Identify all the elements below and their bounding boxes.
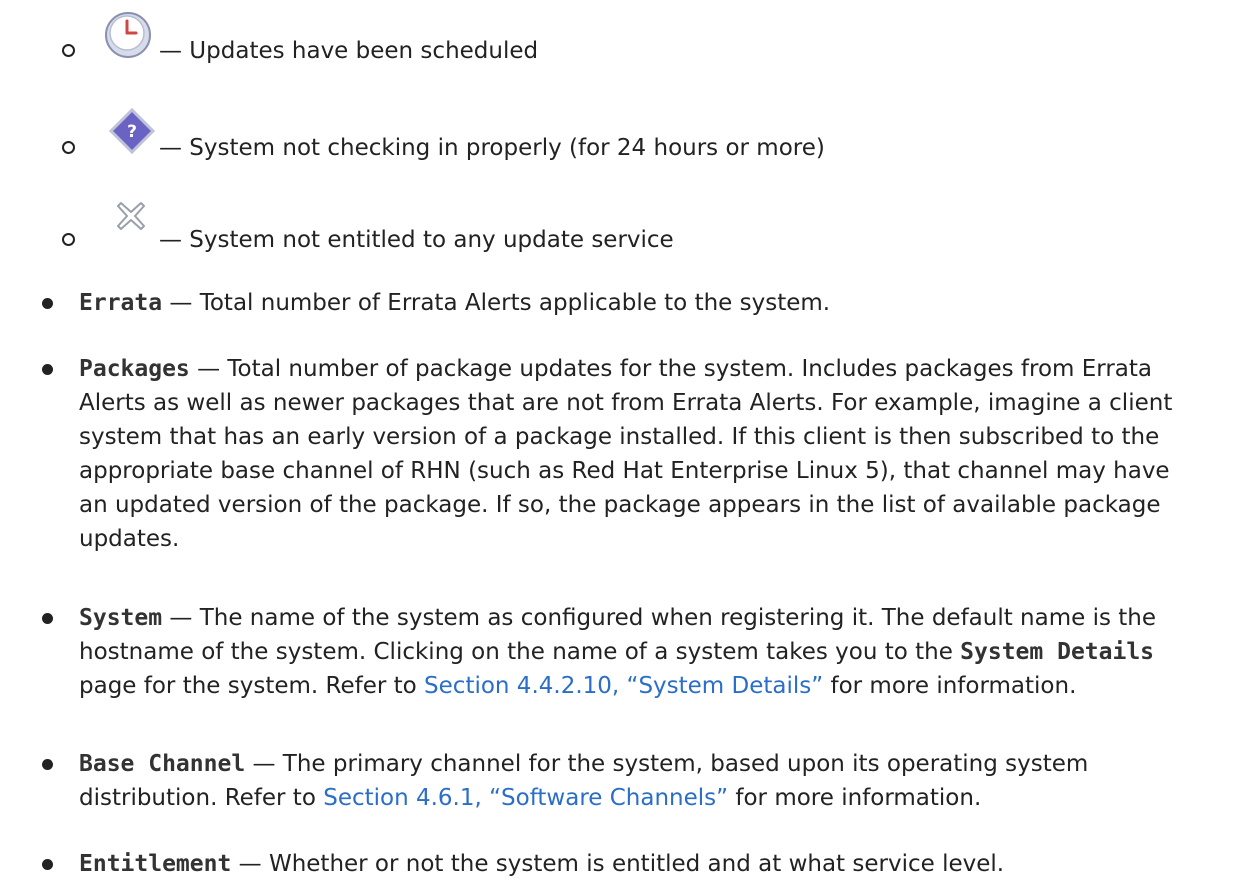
bullet — [42, 364, 53, 375]
term-packages: Packages — [79, 356, 190, 382]
description: for more information. — [823, 673, 1077, 699]
status-item-scheduled: — Updates have been scheduled — [0, 10, 1254, 70]
status-text: — System not checking in properly (for 2… — [159, 135, 825, 161]
item-body: Packages — Total number of package updat… — [79, 352, 1179, 556]
item-body: System — The name of the system as confi… — [79, 601, 1179, 703]
status-text: — System not entitled to any update serv… — [159, 227, 674, 253]
item-body: Base Channel — The primary channel for t… — [79, 747, 1179, 815]
question-diamond-icon: ? — [108, 107, 156, 160]
cross-icon — [115, 200, 147, 238]
term-system: System — [79, 605, 163, 631]
sub-bullet — [62, 141, 75, 154]
description: — Whether or not the system is entitled … — [238, 851, 1005, 877]
clock-icon — [103, 10, 153, 66]
section-link-system-details[interactable]: Section 4.4.2.10, “System Details” — [424, 673, 823, 699]
sub-bullet — [62, 233, 75, 246]
term-entitlement: Entitlement — [79, 851, 232, 877]
bullet — [42, 613, 53, 624]
bullet — [42, 859, 53, 870]
item-body: Errata — Total number of Errata Alerts a… — [79, 286, 1179, 320]
description: page for the system. Refer to — [79, 673, 425, 699]
section-link-software-channels[interactable]: Section 4.6.1, “Software Channels” — [323, 785, 728, 811]
description: for more information. — [728, 785, 982, 811]
description: — Total number of package updates for th… — [79, 356, 1173, 552]
bullet — [42, 298, 53, 309]
system-details-page-name: System Details — [960, 639, 1155, 665]
term-base-channel: Base Channel — [79, 751, 246, 777]
bullet — [42, 759, 53, 770]
sub-bullet — [62, 44, 75, 57]
description: — Total number of Errata Alerts applicab… — [169, 290, 831, 316]
status-item-not-entitled: — System not entitled to any update serv… — [0, 200, 1254, 260]
status-item-not-checking-in: ? — System not checking in properly (for… — [0, 107, 1254, 168]
status-text: — Updates have been scheduled — [159, 38, 539, 64]
svg-text:?: ? — [127, 122, 137, 142]
item-body: Entitlement — Whether or not the system … — [79, 847, 1179, 881]
term-errata: Errata — [79, 290, 163, 316]
document-page: — Updates have been scheduled ? — System… — [0, 0, 1254, 893]
